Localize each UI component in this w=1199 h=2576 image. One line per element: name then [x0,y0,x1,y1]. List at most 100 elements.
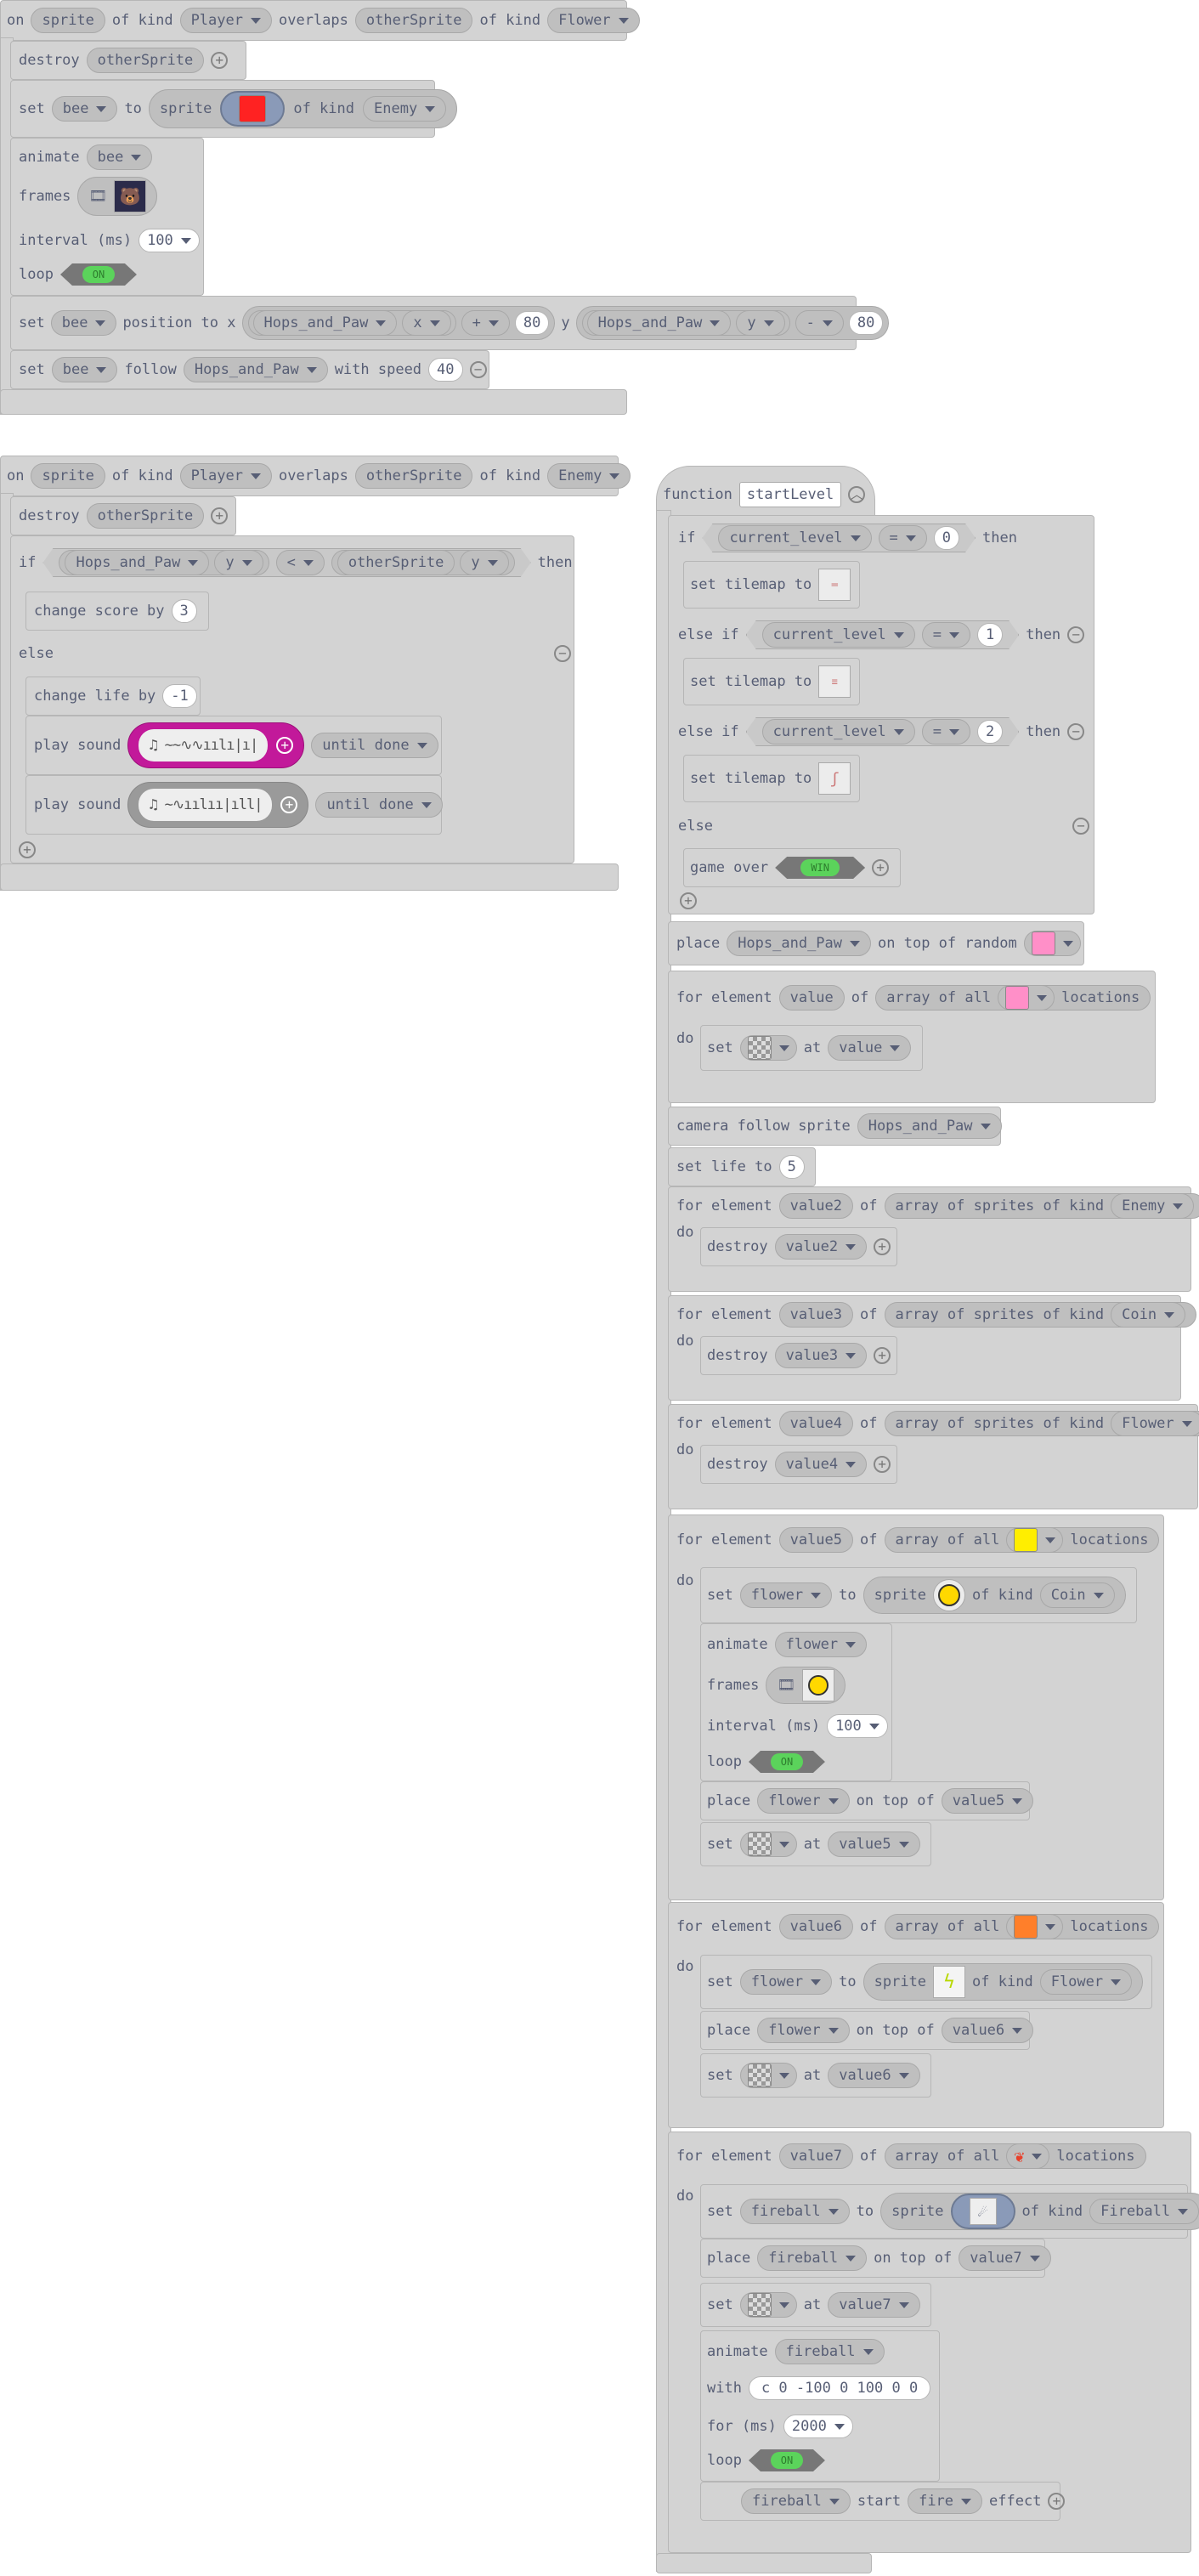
tile-picker-yellow[interactable] [1006,1527,1064,1553]
loop-var-value5[interactable]: value5 [778,1527,854,1553]
follow-target-dropdown[interactable]: Hops_and_Paw [183,357,328,382]
until-done-dropdown-1[interactable]: until done [311,733,438,758]
x-value[interactable]: 80 [514,311,550,335]
tilemap-thumb-1[interactable]: ≡ [818,665,851,698]
cond-var-dropdown-1[interactable]: current_level [762,622,915,648]
tile-picker-pink[interactable] [1023,931,1081,956]
score-value[interactable]: 3 [171,599,197,623]
effect-target-fireball[interactable]: fireball [741,2488,851,2514]
kind-dropdown-flower[interactable]: Flower [547,8,640,33]
var-dropdown-bee[interactable]: bee [51,96,118,122]
cond-value-2[interactable]: 2 [977,720,1003,744]
destroy-target-2[interactable]: otherSprite [86,503,205,529]
array-all-locations-orange[interactable]: array of all locations [884,1914,1160,1939]
place-loc-value7[interactable]: value7 [959,2245,1051,2271]
sprite-create-flower[interactable]: sprite ϟ of kind Flower [862,1963,1144,2001]
y-value[interactable]: 80 [848,311,884,335]
cmp-sprite-dropdown[interactable]: Hops_and_Paw [65,550,209,575]
frames-pill-2[interactable]: 🎞 [766,1667,846,1704]
place-var-flower[interactable]: flower [757,1788,850,1814]
sprite-var-2[interactable]: sprite [31,463,105,489]
cmp-prop2-dropdown[interactable]: y [460,550,508,575]
other-sprite-var[interactable]: otherSprite [354,8,473,33]
y-prop-expr[interactable]: Hops_and_Paw y [581,310,790,336]
compare-condition[interactable]: Hops_and_Paw y < otherSprite y [42,548,530,577]
kind-dropdown-player[interactable]: Player [179,8,272,33]
loop-var-value2[interactable]: value2 [778,1193,854,1219]
loop-toggle-2[interactable]: ON [749,1751,825,1773]
kind-dropdown-enemy[interactable]: Enemy [363,96,447,122]
kind-dropdown-flower-3[interactable]: Flower [1039,1969,1133,1995]
sound-add-icon-2[interactable]: + [280,796,298,813]
cond-var-dropdown-2[interactable]: current_level [762,719,915,744]
array-sprites-coin[interactable]: array of sprites of kind Coin [884,1302,1197,1328]
tilemap-thumb-2[interactable]: ʃ [818,762,851,795]
remove-else-icon-2[interactable]: − [1072,818,1089,835]
duration-dropdown[interactable]: 2000 [783,2415,853,2438]
y-prop-dropdown[interactable]: y [736,310,785,336]
sprite-var[interactable]: sprite [31,8,105,33]
var-dropdown-flower[interactable]: flower [739,1582,833,1608]
remove-elseif-icon-2[interactable]: − [1067,723,1085,740]
cond-var-dropdown-0[interactable]: current_level [718,525,871,551]
cond-value-0[interactable]: 0 [934,526,959,550]
cond-op-dropdown-2[interactable]: = [922,719,970,744]
path-string-field[interactable]: c 0 -100 0 100 0 0 [748,2376,931,2400]
add-elseif-icon[interactable]: + [680,892,697,909]
kind-dropdown-flower-2[interactable]: Flower [1111,1411,1199,1436]
kind-dropdown-enemy-3[interactable]: Enemy [1111,1193,1195,1219]
remove-elseif-icon-1[interactable]: − [1067,626,1085,643]
x-sprite-dropdown[interactable]: Hops_and_Paw [252,310,398,336]
kind-dropdown-enemy-2[interactable]: Enemy [547,463,631,489]
left-prop-expr[interactable]: Hops_and_Paw y [59,550,269,575]
cond-op-dropdown-0[interactable]: = [879,525,927,551]
loop-var-value6[interactable]: value6 [778,1914,854,1939]
tile-picker-transparent[interactable] [739,1035,797,1061]
tilemap-thumb-0[interactable]: ═ [818,569,851,601]
cmp-prop-dropdown[interactable]: y [214,550,263,575]
pos-var-dropdown[interactable]: bee [50,310,117,336]
cmp-other-sprite[interactable]: otherSprite [337,550,455,575]
kind-dropdown-coin-2[interactable]: Coin [1039,1582,1115,1608]
var-dropdown-fireball[interactable]: fireball [739,2199,850,2224]
y-sprite-dropdown[interactable]: Hops_and_Paw [586,310,732,336]
kind-dropdown-player-2[interactable]: Player [179,463,272,489]
x-op-dropdown[interactable]: + [461,310,510,336]
tile-picker-transparent-4[interactable] [739,2292,797,2318]
speed-value[interactable]: 40 [428,358,463,382]
place-loc-value5[interactable]: value5 [941,1788,1034,1814]
level-condition-0[interactable]: current_level = 0 [702,524,976,552]
effect-add-icon[interactable]: + [1048,2493,1066,2510]
tile-picker-orange[interactable] [1006,1914,1064,1939]
add-else-if-icon[interactable]: + [19,841,36,858]
sound-add-icon[interactable]: + [276,737,294,754]
destroy-target[interactable]: otherSprite [86,48,205,73]
at-var-value7[interactable]: value7 [828,2292,920,2318]
tile-picker-transparent-3[interactable] [739,2063,797,2088]
remove-else-icon[interactable]: − [554,645,571,662]
at-var-value5[interactable]: value5 [828,1832,920,1857]
level-condition-1[interactable]: current_level = 1 [746,620,1020,649]
life-value-2[interactable]: 5 [778,1155,805,1179]
loop-var-value4[interactable]: value4 [778,1411,854,1436]
add-arg-icon-3[interactable]: + [874,1238,891,1255]
tile-picker-pink-2[interactable] [998,985,1055,1011]
cond-op-dropdown-1[interactable]: = [922,622,970,648]
other-sprite-var-2[interactable]: otherSprite [354,463,473,489]
kind-dropdown-fireball[interactable]: Fireball [1089,2199,1199,2224]
remove-arg-icon[interactable]: − [469,361,487,378]
array-sprites-enemy[interactable]: array of sprites of kind Enemy [884,1193,1199,1219]
sprite-create-coin[interactable]: sprite of kind Coin [862,1577,1126,1614]
level-condition-2[interactable]: current_level = 2 [746,717,1020,746]
win-toggle[interactable]: WIN [775,857,865,879]
sprite-image-red[interactable] [220,91,286,127]
cmp-op-dropdown[interactable]: < [276,550,325,575]
camera-target-dropdown[interactable]: Hops_and_Paw [857,1113,1002,1139]
y-op-dropdown[interactable]: - [795,310,844,336]
interval-dropdown[interactable]: 100 [139,229,200,252]
at-var-value[interactable]: value [828,1035,912,1061]
right-prop-expr[interactable]: otherSprite y [331,550,515,575]
array-all-locations-yellow[interactable]: array of all locations [884,1527,1160,1553]
add-arg-icon[interactable]: + [211,52,229,69]
at-var-value6[interactable]: value6 [828,2063,920,2088]
